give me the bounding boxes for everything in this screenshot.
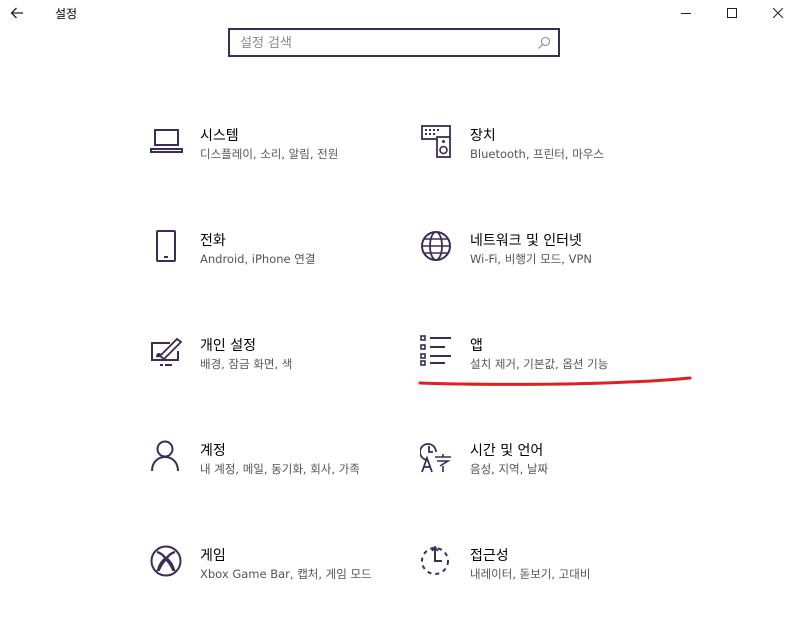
laptop-icon [150,129,183,153]
tile-title: 앱 [470,338,483,354]
tile-description: Wi-Fi, 비행기 모드, VPN [470,252,593,266]
tile-gaming[interactable]: 게임 Xbox Game Bar, 캡처, 게임 모드 [150,545,400,625]
title-bar: 설정 [0,0,792,28]
tile-network[interactable]: 네트워크 및 인터넷 Wi-Fi, 비행기 모드, VPN [420,230,670,310]
tile-accessibility[interactable]: 접근성 내레이터, 돋보기, 고대비 [420,545,670,625]
tile-title: 장치 [470,128,496,144]
tile-description: Bluetooth, 프린터, 마우스 [470,147,604,161]
tile-description: 음성, 지역, 날짜 [470,462,549,476]
tile-personalization[interactable]: 개인 설정 배경, 잠금 화면, 색 [150,335,400,415]
minimize-icon [681,13,691,14]
tile-title: 게임 [200,548,226,564]
tile-description: Android, iPhone 연결 [200,252,316,266]
arrow-left-icon [10,7,23,19]
ease-of-access-icon [421,545,449,575]
tile-title: 접근성 [470,548,509,564]
tile-description: 내 계정, 메일, 동기화, 회사, 가족 [200,462,360,476]
tile-title: 네트워크 및 인터넷 [470,233,582,249]
tile-system[interactable]: 시스템 디스플레이, 소리, 알림, 전원 [150,125,400,205]
tile-apps[interactable]: 앱 설치 제거, 기본값, 옵션 기능 [420,335,670,415]
close-icon [773,8,783,18]
tile-phone[interactable]: 전화 Android, iPhone 연결 [150,230,400,310]
close-button[interactable] [755,0,792,26]
phone-icon [156,230,176,262]
tile-description: 배경, 잠금 화면, 색 [200,357,293,371]
tile-title: 전화 [200,233,226,249]
clock-language-icon [420,443,451,473]
xbox-icon [150,545,182,577]
tile-description: 설치 제거, 기본값, 옵션 기능 [470,357,609,371]
person-icon [151,440,179,472]
minimize-button[interactable] [663,0,709,26]
search-input[interactable] [240,34,530,52]
tile-accounts[interactable]: 계정 내 계정, 메일, 동기화, 회사, 가족 [150,440,400,520]
red-underline-annotation [418,376,692,386]
tile-title: 개인 설정 [200,338,256,354]
globe-icon [421,231,451,261]
tile-title: 시간 및 언어 [470,443,544,459]
tile-time-language[interactable]: 시간 및 언어 음성, 지역, 날짜 [420,440,670,520]
tile-description: Xbox Game Bar, 캡처, 게임 모드 [200,567,372,581]
back-button[interactable] [6,2,28,24]
keyboard-speaker-icon [421,125,451,158]
tile-description: 내레이터, 돋보기, 고대비 [470,567,591,581]
maximize-button[interactable] [709,0,755,26]
maximize-icon [727,8,737,18]
search-box[interactable] [228,28,560,57]
search-icon[interactable] [537,36,551,50]
tile-description: 디스플레이, 소리, 알림, 전원 [200,147,339,161]
window-title: 설정 [55,7,78,21]
paint-brush-icon [151,337,183,366]
app-list-icon [420,335,451,366]
tile-title: 계정 [200,443,226,459]
tile-devices[interactable]: 장치 Bluetooth, 프린터, 마우스 [420,125,670,205]
tile-title: 시스템 [200,128,239,144]
